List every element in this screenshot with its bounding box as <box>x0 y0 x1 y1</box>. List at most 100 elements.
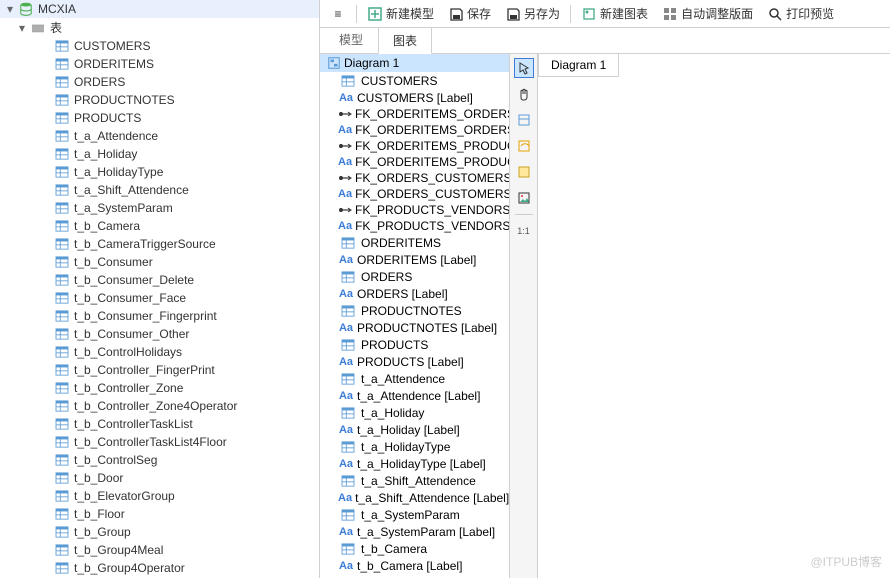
outline-item[interactable]: t_a_Holiday <box>320 404 509 422</box>
tree-table[interactable]: t_b_Camera <box>0 217 319 235</box>
tree-table[interactable]: t_a_HolidayType <box>0 163 319 181</box>
save-button[interactable]: 保存 <box>442 3 497 24</box>
outline-item[interactable]: t_a_Shift_Attendence <box>320 472 509 490</box>
outline-item[interactable]: t_b_Camera <box>320 540 509 558</box>
outline-diagram-root[interactable]: Diagram 1 <box>320 54 509 72</box>
table-icon <box>340 439 356 455</box>
tree-table-label: CUSTOMERS <box>72 39 150 53</box>
outline-item[interactable]: AaPRODUCTNOTES [Label] <box>320 320 509 336</box>
tree-table[interactable]: t_b_ControllerTaskList <box>0 415 319 433</box>
save-as-button[interactable]: 另存为 <box>499 3 566 24</box>
outline-item-label: t_a_HolidayType <box>358 440 450 454</box>
tree-table[interactable]: t_b_Controller_Zone4Operator <box>0 397 319 415</box>
view-tool[interactable] <box>514 136 534 156</box>
tree-table[interactable]: t_b_Door <box>0 469 319 487</box>
tree-table[interactable]: t_a_Shift_Attendence <box>0 181 319 199</box>
diagram-canvas[interactable]: Diagram 1 f_MeetingNO: VARCHAR2(15)f_Mee… <box>538 54 890 578</box>
outline-item[interactable]: FK_PRODUCTS_VENDORS <box>320 202 509 218</box>
label-icon: Aa <box>338 492 352 504</box>
tree-table[interactable]: t_b_Group4Operator <box>0 559 319 577</box>
outline-item[interactable]: AaORDERS [Label] <box>320 286 509 302</box>
table-icon <box>54 380 70 396</box>
outline-item[interactable]: t_a_HolidayType <box>320 438 509 456</box>
outline-item[interactable]: t_a_Attendence <box>320 370 509 388</box>
tree-table[interactable]: t_b_Group <box>0 523 319 541</box>
tree-table[interactable]: t_b_Consumer_Other <box>0 325 319 343</box>
outline-item[interactable]: PRODUCTS <box>320 336 509 354</box>
tree-table[interactable]: PRODUCTNOTES <box>0 91 319 109</box>
outline-item[interactable]: AaFK_ORDERS_CUSTOMERS [ <box>320 186 509 202</box>
new-diagram-button[interactable]: 新建图表 <box>575 3 654 24</box>
tree-table-label: t_b_Controller_Zone <box>72 381 183 395</box>
db-tree-panel[interactable]: ▾ MCXIA ▾ 表 CUSTOMERSORDERITEMSORDERSPRO… <box>0 0 320 578</box>
tree-table[interactable]: t_b_ControllerTaskList4Floor <box>0 433 319 451</box>
outline-item-label: PRODUCTS <box>358 338 428 352</box>
tree-table[interactable]: t_b_Controller_FingerPrint <box>0 361 319 379</box>
table-icon <box>54 236 70 252</box>
hand-tool[interactable] <box>514 84 534 104</box>
pointer-tool[interactable] <box>514 58 534 78</box>
tab-model[interactable]: 模型 <box>324 26 378 53</box>
tree-table[interactable]: t_b_Consumer_Delete <box>0 271 319 289</box>
note-tool[interactable] <box>514 162 534 182</box>
outline-item[interactable]: FK_ORDERITEMS_PRODUCT <box>320 138 509 154</box>
outline-item[interactable]: AaFK_PRODUCTS_VENDORS [ <box>320 218 509 234</box>
relation-tool[interactable]: 1:1 <box>514 221 534 241</box>
outline-item[interactable]: FK_ORDERS_CUSTOMERS <box>320 170 509 186</box>
canvas-tab[interactable]: Diagram 1 <box>538 54 619 77</box>
tree-table[interactable]: t_b_Controller_Zone <box>0 379 319 397</box>
outline-item[interactable]: ORDERS <box>320 268 509 286</box>
tree-table[interactable]: ORDERS <box>0 73 319 91</box>
editor-tabs: 模型 图表 <box>320 28 890 54</box>
outline-item[interactable]: AaORDERITEMS [Label] <box>320 252 509 268</box>
outline-item[interactable]: AaCUSTOMERS [Label] <box>320 90 509 106</box>
collapse-icon[interactable]: ▾ <box>4 3 16 15</box>
outline-item[interactable]: Aat_a_SystemParam [Label] <box>320 524 509 540</box>
collapse-icon[interactable]: ▾ <box>16 22 28 34</box>
outline-item[interactable]: AaFK_ORDERITEMS_PRODUCT <box>320 154 509 170</box>
tree-table[interactable]: t_b_ControlHolidays <box>0 343 319 361</box>
outline-item[interactable]: Aat_a_Holiday [Label] <box>320 422 509 438</box>
tree-table[interactable]: t_a_Attendence <box>0 127 319 145</box>
new-model-button[interactable]: 新建模型 <box>361 3 440 24</box>
table-icon <box>340 473 356 489</box>
outline-item[interactable]: Aat_a_Shift_Attendence [Label] <box>320 490 509 506</box>
tree-table[interactable]: PRODUCTS <box>0 109 319 127</box>
outline-item[interactable]: CUSTOMERS <box>320 72 509 90</box>
outline-item[interactable]: Aat_a_Attendence [Label] <box>320 388 509 404</box>
tree-folder[interactable]: ▾ 表 <box>0 18 319 37</box>
tree-table[interactable]: t_a_SystemParam <box>0 199 319 217</box>
tree-table-label: ORDERITEMS <box>72 57 154 71</box>
outline-item[interactable]: Aat_b_Camera [Label] <box>320 558 509 574</box>
outline-item[interactable]: PRODUCTNOTES <box>320 302 509 320</box>
image-tool[interactable] <box>514 188 534 208</box>
folder-icon <box>30 20 46 36</box>
tree-table[interactable]: t_b_ControlSeg <box>0 451 319 469</box>
auto-layout-button[interactable]: 自动调整版面 <box>656 3 759 24</box>
tree-table[interactable]: CUSTOMERS <box>0 37 319 55</box>
tree-table[interactable]: t_b_Group4Meal <box>0 541 319 559</box>
outline-item[interactable]: AaFK_ORDERITEMS_ORDERS <box>320 122 509 138</box>
tree-table[interactable]: t_b_ElevatorGroup <box>0 487 319 505</box>
table-icon <box>54 200 70 216</box>
outline-item[interactable]: t_a_SystemParam <box>320 506 509 524</box>
outline-item[interactable]: FK_ORDERITEMS_ORDERS <box>320 106 509 122</box>
outline-item[interactable]: Aat_a_HolidayType [Label] <box>320 456 509 472</box>
print-preview-button[interactable]: 打印预览 <box>761 3 840 24</box>
outline-item[interactable]: AaPRODUCTS [Label] <box>320 354 509 370</box>
tree-table[interactable]: t_b_CameraTriggerSource <box>0 235 319 253</box>
foreign-key-icon <box>338 109 352 119</box>
tree-table[interactable]: t_b_Consumer <box>0 253 319 271</box>
outline-item[interactable]: ORDERITEMS <box>320 234 509 252</box>
tree-table[interactable]: t_b_Consumer_Face <box>0 289 319 307</box>
tab-diagram[interactable]: 图表 <box>378 27 432 54</box>
outline-panel[interactable]: Diagram 1 CUSTOMERSAaCUSTOMERS [Label]FK… <box>320 54 510 578</box>
table-tool[interactable] <box>514 110 534 130</box>
tree-table[interactable]: t_b_Floor <box>0 505 319 523</box>
hamburger-icon[interactable]: ≡ <box>324 4 352 24</box>
tree-table[interactable]: t_a_Holiday <box>0 145 319 163</box>
outline-item-label: PRODUCTNOTES <box>358 304 462 318</box>
tree-root[interactable]: ▾ MCXIA <box>0 0 319 18</box>
tree-table[interactable]: ORDERITEMS <box>0 55 319 73</box>
tree-table[interactable]: t_b_Consumer_Fingerprint <box>0 307 319 325</box>
